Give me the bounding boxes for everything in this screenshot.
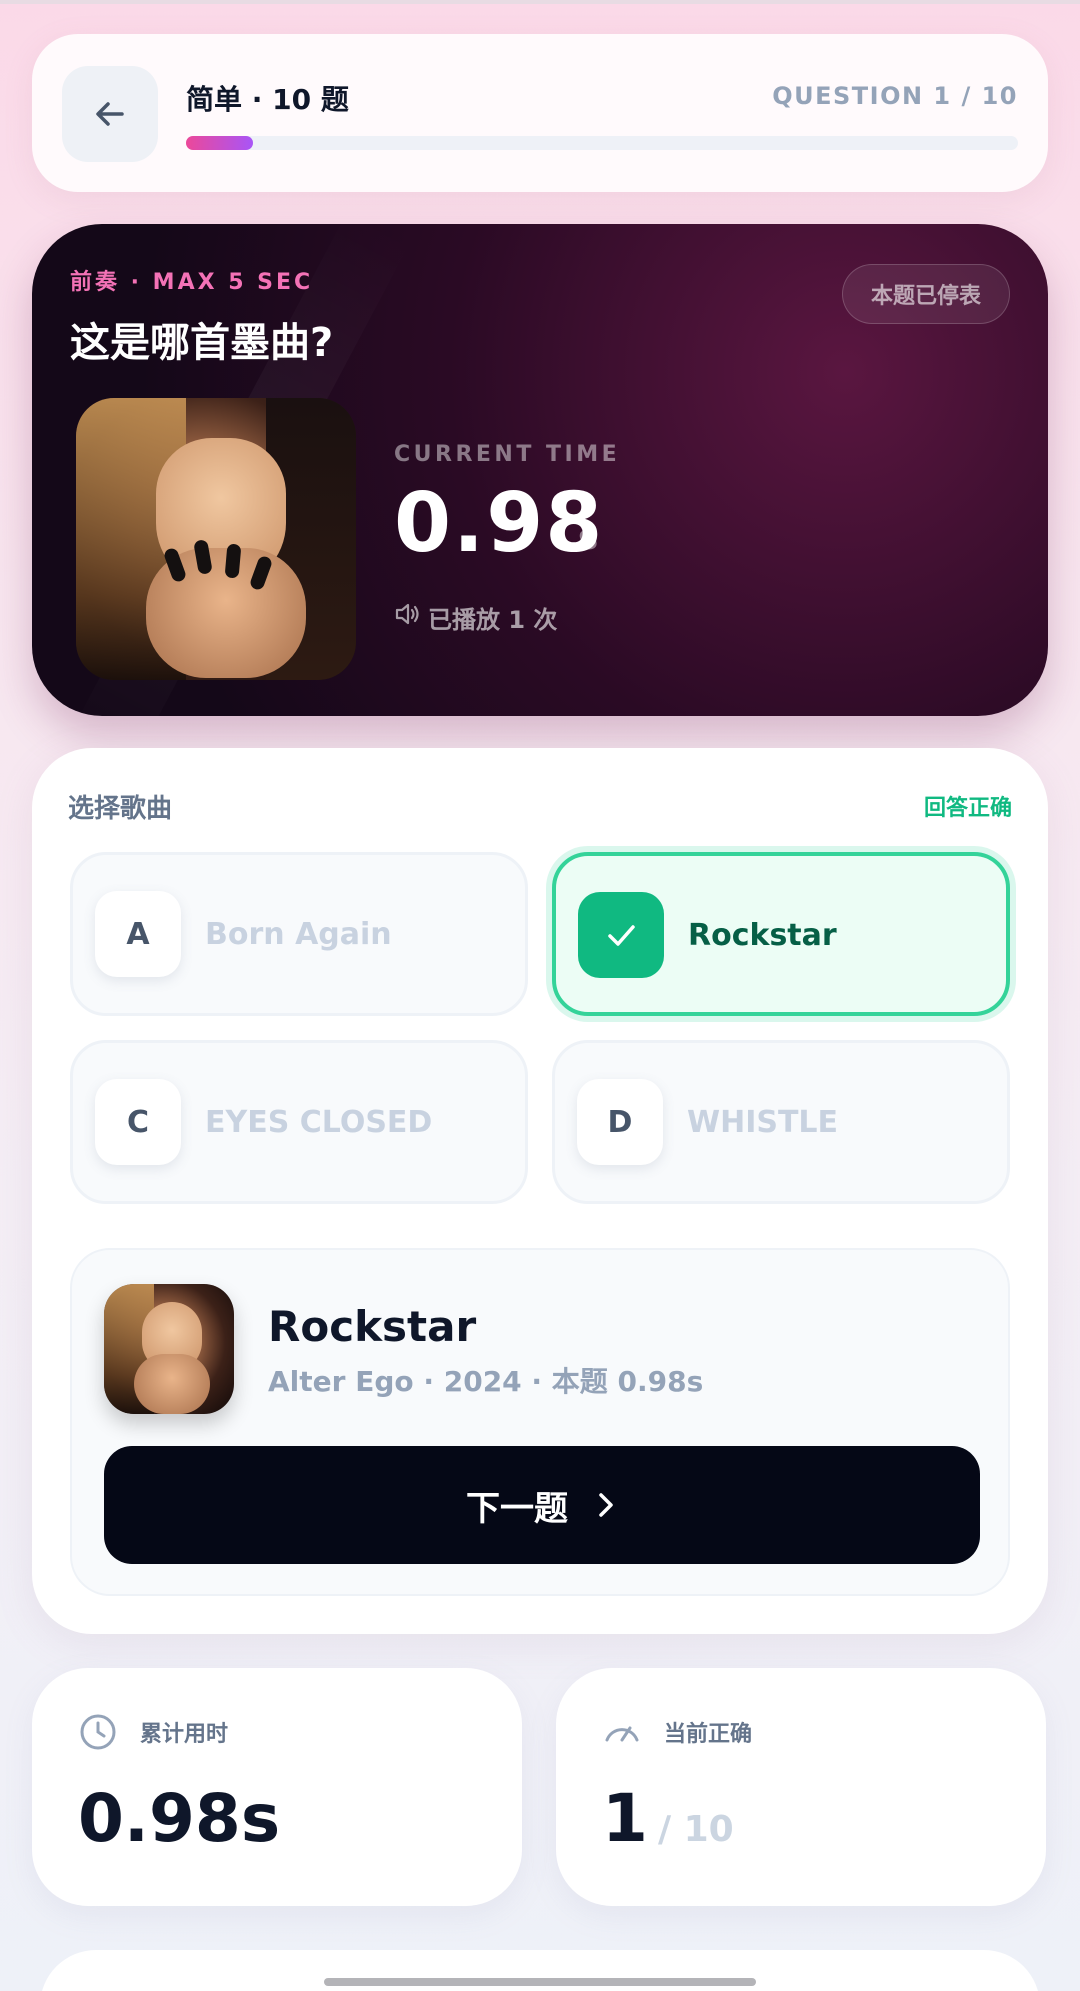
home-indicator[interactable] — [324, 1978, 756, 1986]
current-time-label: CURRENT TIME — [394, 442, 621, 467]
progress-bar — [186, 136, 1018, 150]
result-panel: Rockstar Alter Ego · 2024 · 本题 0.98s 下一题 — [70, 1248, 1010, 1596]
timer-stopped-badge: 本题已停表 — [841, 264, 1010, 324]
option-letter: C — [95, 1079, 181, 1165]
current-time-value: 0.98 — [394, 476, 605, 571]
progress-fill — [186, 136, 253, 150]
back-button[interactable] — [62, 66, 158, 162]
song-meta: Alter Ego · 2024 · 本题 0.98s — [268, 1365, 704, 1398]
total-time-label: 累计用时 — [140, 1722, 229, 1747]
correct-count-card: 当前正确 1/ 10 — [556, 1668, 1046, 1906]
options-label: 选择歌曲 — [68, 794, 173, 824]
correct-count-total: / 10 — [657, 1809, 734, 1850]
question-title: 这是哪首墨曲? — [70, 320, 334, 366]
question-counter: QUESTION 1 / 10 — [772, 82, 1018, 110]
answer-status: 回答正确 — [923, 796, 1012, 821]
options-card: 选择歌曲 回答正确 A Born Again Rockstar C EYES C… — [32, 748, 1048, 1634]
option-letter: A — [95, 891, 181, 977]
album-cover — [76, 398, 356, 680]
option-a[interactable]: A Born Again — [70, 852, 528, 1016]
option-c[interactable]: C EYES CLOSED — [70, 1040, 528, 1204]
correct-count-value: 1 — [602, 1780, 648, 1857]
total-time-card: 累计用时 0.98s — [32, 1668, 522, 1906]
song-title: Rockstar — [268, 1302, 477, 1351]
correct-count-label: 当前正确 — [664, 1722, 753, 1747]
option-name: WHISTLE — [687, 1105, 839, 1140]
next-button-label: 下一题 — [466, 1488, 568, 1529]
quiz-title: 简单 · 10 题 — [186, 83, 349, 116]
play-count: 已播放 1 次 — [428, 606, 558, 634]
check-icon — [578, 892, 664, 978]
option-name: EYES CLOSED — [205, 1105, 433, 1140]
option-name: Born Again — [205, 917, 392, 952]
top-edge — [0, 0, 1080, 4]
option-letter: D — [577, 1079, 663, 1165]
chevron-right-icon — [599, 1493, 613, 1517]
player-card: 前奏 · MAX 5 SEC 这是哪首墨曲? 本题已停表 CURRENT TIM… — [32, 224, 1048, 716]
gauge-icon — [605, 1726, 639, 1742]
next-question-button[interactable]: 下一题 — [104, 1446, 980, 1564]
speaker-icon — [395, 603, 419, 625]
option-b[interactable]: Rockstar — [552, 852, 1010, 1016]
quiz-header: 简单 · 10 题 QUESTION 1 / 10 — [32, 34, 1048, 192]
total-time-value: 0.98s — [78, 1780, 281, 1857]
arrow-left-icon — [96, 102, 124, 126]
option-name: Rockstar — [688, 918, 837, 953]
intro-tag: 前奏 · MAX 5 SEC — [70, 270, 314, 295]
option-d[interactable]: D WHISTLE — [552, 1040, 1010, 1204]
clock-icon — [80, 1714, 116, 1750]
time-unit: s — [578, 518, 599, 558]
result-album-cover — [104, 1284, 234, 1414]
correct-count: 1/ 10 — [602, 1780, 734, 1857]
